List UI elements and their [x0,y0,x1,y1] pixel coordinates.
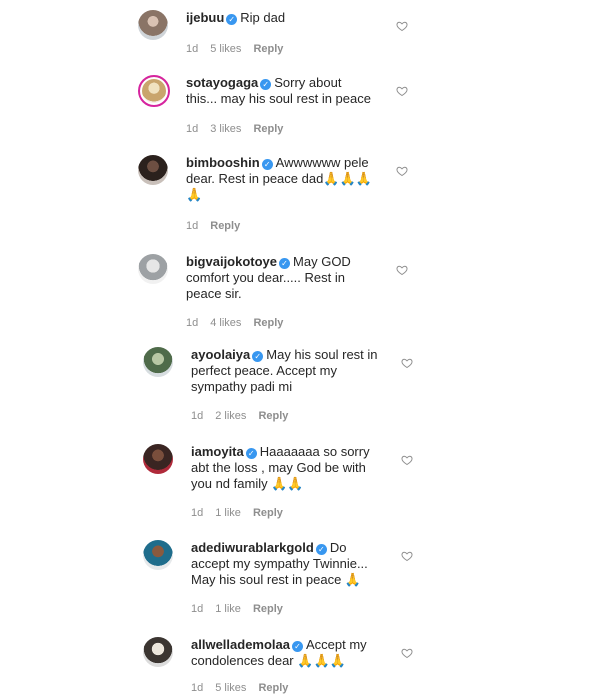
verified-badge-icon: ✓ [315,544,327,555]
comment-meta: 1d 5 likes Reply [186,43,295,55]
heart-icon[interactable] [396,20,408,32]
avatar[interactable] [138,10,168,40]
avatar[interactable] [143,540,173,570]
verified-badge-icon: ✓ [252,351,264,362]
avatar[interactable] [138,254,168,284]
verified-badge-icon: ✓ [260,79,272,90]
verified-badge-icon: ✓ [279,258,291,269]
verified-badge-icon: ✓ [261,159,273,170]
heart-icon[interactable] [396,85,408,97]
like-count[interactable]: 1 like [215,507,241,519]
comment-text: ayoolaiya ✓ May his soul rest in perfect p… [191,347,381,395]
comment-meta: 1d 1 like Reply [191,507,295,519]
reply-button[interactable]: Reply [258,682,288,694]
comment-time[interactable]: 1d [191,410,203,422]
username[interactable]: ayoolaiya [191,347,250,362]
comment-meta: 1d Reply [186,220,252,232]
username[interactable]: bigvaijokotoye [186,254,277,269]
reply-button[interactable]: Reply [258,410,288,422]
comment-meta: 1d 5 likes Reply [191,682,300,694]
like-count[interactable]: 5 likes [215,682,246,694]
comment-time[interactable]: 1d [191,682,203,694]
comment-time[interactable]: 1d [186,123,198,135]
username[interactable]: ijebuu [186,10,224,25]
username[interactable]: adediwurablarkgold [191,540,314,555]
verified-badge-icon: ✓ [292,641,303,652]
username[interactable]: allwellademolaa [191,637,290,652]
comment-body: Rip dad [240,10,286,25]
reply-button[interactable]: Reply [253,123,283,135]
username[interactable]: sotayogaga [186,75,258,90]
praying-hands-emoji: 🙏🙏 [271,476,304,491]
heart-icon[interactable] [401,357,413,369]
heart-icon[interactable] [401,454,413,466]
reply-button[interactable]: Reply [253,43,283,55]
heart-icon[interactable] [401,647,413,659]
comment-meta: 1d 2 likes Reply [191,410,300,422]
like-count[interactable]: 2 likes [215,410,246,422]
comment-text: iamoyita ✓ Haaaaaaa so sorry abt the loss … [191,444,381,492]
verified-badge-icon: ✓ [245,448,257,459]
praying-hands-emoji: 🙏🙏🙏 [297,653,346,668]
heart-icon[interactable] [396,165,408,177]
comment-meta: 1d 3 likes Reply [186,123,295,135]
avatar[interactable] [138,75,170,107]
username[interactable]: bimbooshin [186,155,260,170]
comment-text: bimbooshin ✓ Awwwwww pele dear. Rest in pe… [186,155,376,203]
comment-time[interactable]: 1d [186,317,198,329]
like-count[interactable]: 5 likes [210,43,241,55]
verified-badge-icon: ✓ [226,14,238,25]
reply-button[interactable]: Reply [210,220,240,232]
comment-text: ijebuu ✓ Rip dad [186,10,376,26]
heart-icon[interactable] [401,550,413,562]
like-count[interactable]: 1 like [215,603,241,615]
praying-hands-emoji: 🙏 [344,572,362,587]
avatar[interactable] [138,155,168,185]
like-count[interactable]: 3 likes [210,123,241,135]
comment-text: adediwurablarkgold ✓ Do accept my sympathy… [191,540,381,588]
username[interactable]: iamoyita [191,444,244,459]
heart-icon[interactable] [396,264,408,276]
comment-time[interactable]: 1d [191,603,203,615]
reply-button[interactable]: Reply [253,507,283,519]
comment-time[interactable]: 1d [186,220,198,232]
avatar[interactable] [143,637,173,667]
comment-time[interactable]: 1d [191,507,203,519]
avatar[interactable] [143,347,173,377]
comment-text: allwellademolaa ✓ Accept my condolences de… [191,637,381,669]
reply-button[interactable]: Reply [253,317,283,329]
avatar[interactable] [143,444,173,474]
like-count[interactable]: 4 likes [210,317,241,329]
comment-meta: 1d 1 like Reply [191,603,295,615]
reply-button[interactable]: Reply [253,603,283,615]
comment-time[interactable]: 1d [186,43,198,55]
comment-meta: 1d 4 likes Reply [186,317,295,329]
comment-text: bigvaijokotoye ✓ May GOD comfort you dear.… [186,254,376,302]
comment-text: sotayogaga ✓ Sorry about this... may his s… [186,75,376,107]
